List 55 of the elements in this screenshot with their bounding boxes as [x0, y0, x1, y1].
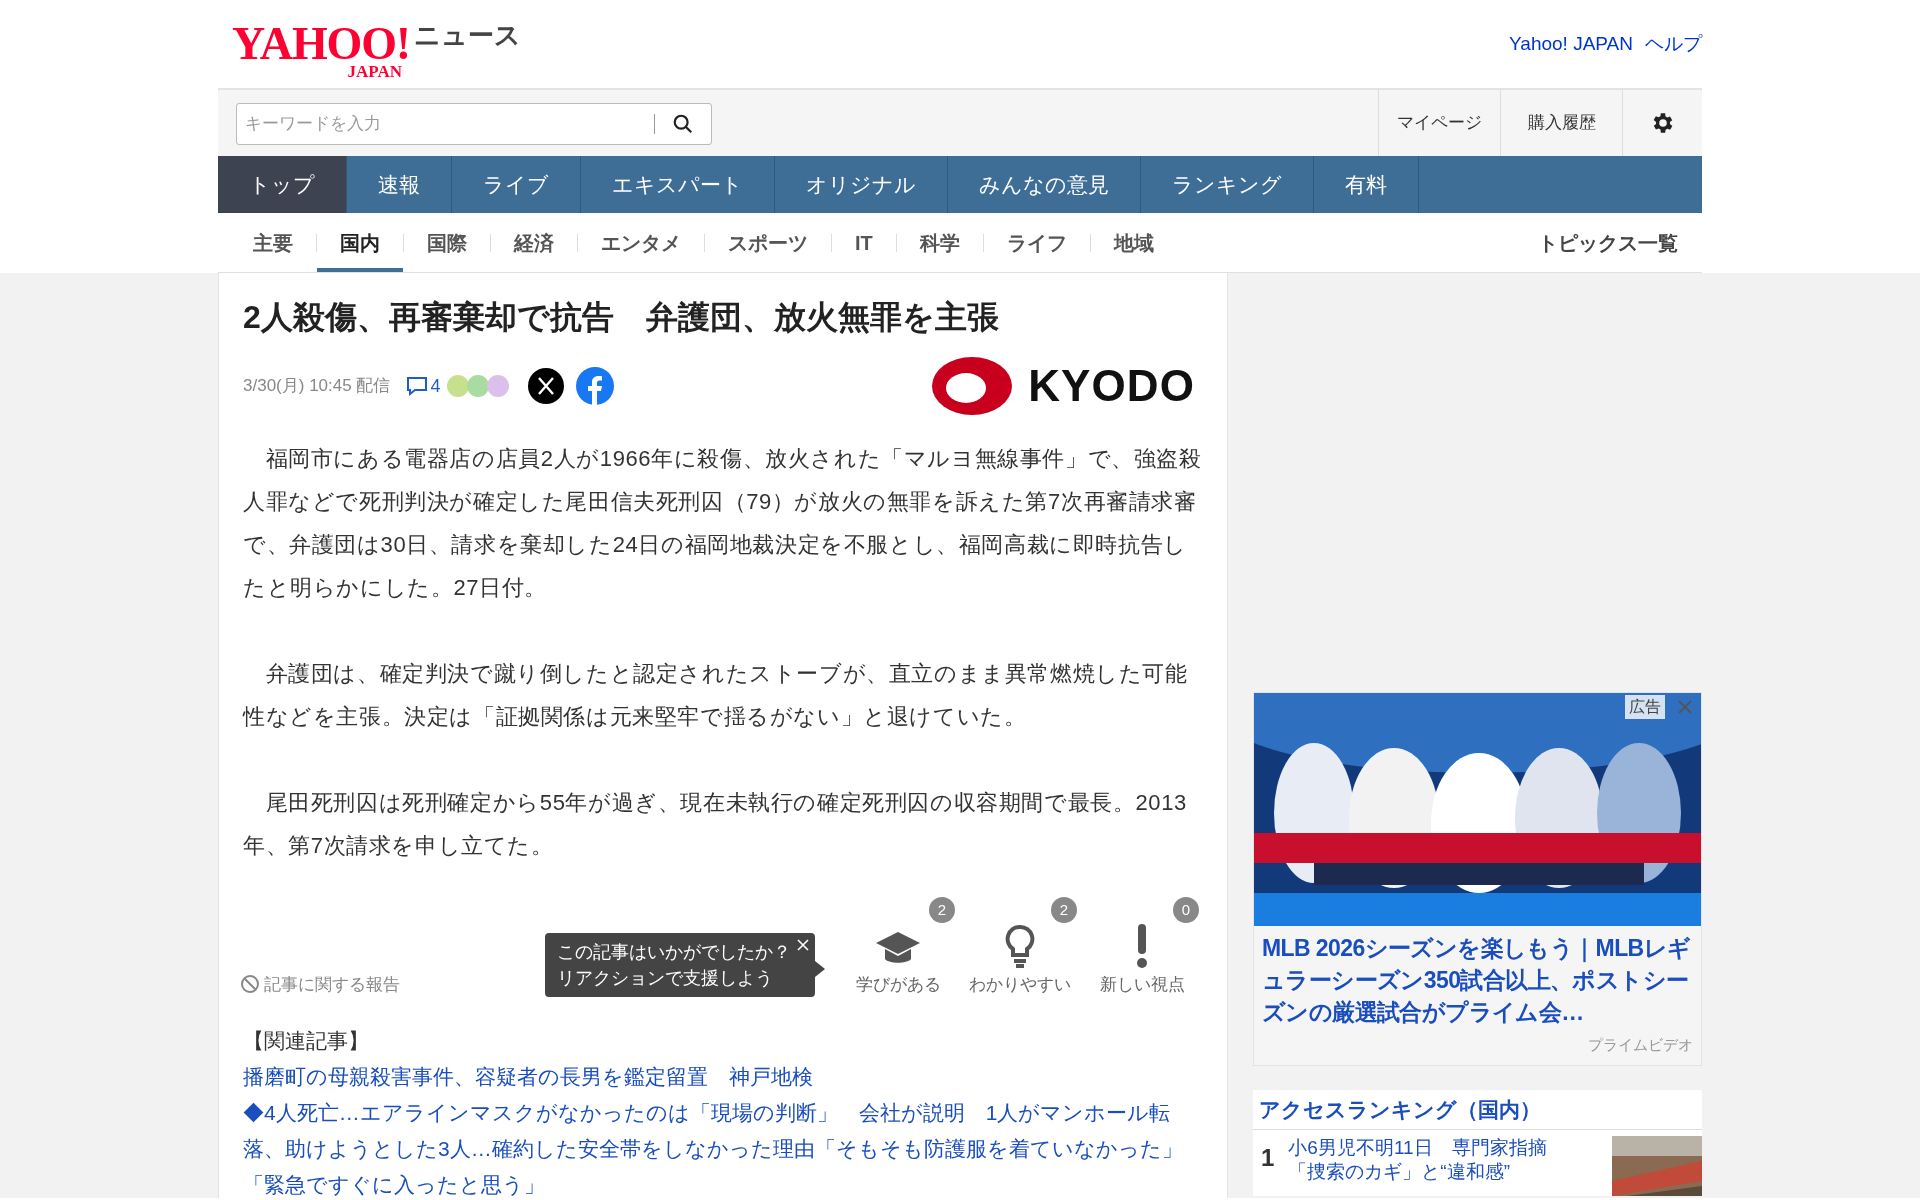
category-tab[interactable]: エンタメ — [578, 213, 704, 272]
nav-tab[interactable]: エキスパート — [581, 156, 775, 213]
nav-tab[interactable]: トップ — [218, 156, 347, 213]
nav-tab[interactable]: ライブ — [452, 156, 581, 213]
related-article-link[interactable]: ◆4人死亡…エアラインマスクがなかったのは「現場の判断」 会社が説明 1人がマンホール転落、助けようとした3人…確約した安全帯をしなかった理由「そもそも防護服を着ていなかった」「緊急ですぐに入ったと思う」 — [243, 1095, 1203, 1198]
service-name[interactable]: ニュース — [414, 16, 521, 55]
nav-tab[interactable]: 速報 — [347, 156, 452, 213]
publish-date: 3/30(月) 10:45 配信 — [243, 375, 391, 398]
facebook-share-icon[interactable] — [576, 367, 615, 405]
related-heading: 【関連記事】 — [243, 1028, 370, 1054]
ad-label: 広告 — [1625, 695, 1665, 719]
ad-card[interactable]: 広告 MLB 2026シーズンを楽しもう｜MLBレギュラーシーズン350試合以上、ポストシーズンの厳選試合がプライム会… プライムビデオ — [1253, 692, 1702, 1066]
search-field[interactable]: キーワードを入力 — [237, 104, 654, 144]
article-paragraph: 福岡市にある電器店の店員2人が1966年に殺傷、放火された「マルヨ無線事件」で、強盗殺人罪などで死刑判決が確定した尾田信夫死刑囚（79）が放火の無罪を訴えた第7次再審請求審で、弁護団は30日、請求を棄却した24日の福岡地裁決定を不服とし、福岡高裁に即時抗告したと明らかにした。27日付。 — [243, 445, 1203, 602]
reaction-faces-icon — [446, 374, 511, 398]
category-tab[interactable]: 科学 — [896, 213, 983, 272]
source-logo[interactable]: KYODO — [1028, 353, 1195, 419]
exclamation-icon — [1137, 923, 1147, 968]
search-icon[interactable] — [672, 113, 694, 135]
nav-tab[interactable]: ランキング — [1141, 156, 1314, 213]
article-paragraph: 弁護団は、確定判決で蹴り倒したと認定されたストーブが、直立のまま異常燃焼した可能性などを主張。決定は「証拠関係は元来堅牢で揺るがない」と退けていた。 — [243, 660, 1189, 731]
nav-tab[interactable]: みんなの意見 — [948, 156, 1141, 213]
nav-tab[interactable]: オリジナル — [775, 156, 948, 213]
kyodo-logo-icon — [930, 355, 1015, 417]
category-tab[interactable]: 経済 — [491, 213, 577, 272]
category-tab[interactable]: スポーツ — [705, 213, 831, 272]
header-link[interactable]: ヘルプ — [1645, 30, 1702, 59]
tooltip-text: リアクションで支援しよう — [557, 967, 774, 990]
ranking-title: アクセスランキング（国内） — [1253, 1089, 1702, 1130]
article-title: 2人殺傷、再審棄却で抗告 弁護団、放火無罪を主張 — [243, 298, 1000, 337]
category-tab[interactable]: ライフ — [983, 213, 1090, 272]
x-share-icon[interactable] — [528, 368, 565, 404]
header-link[interactable]: Yahoo! JAPAN — [1509, 30, 1633, 59]
ad-title[interactable]: MLB 2026シーズンを楽しもう｜MLBレギュラーシーズン350試合以上、ポストシーズンの厳選試合がプライム会… — [1254, 926, 1701, 1028]
category-tab[interactable]: 主要 — [230, 213, 316, 272]
related-article-link[interactable]: 播磨町の母親殺害事件、容疑者の長男を鑑定留置 神戸地検 — [243, 1059, 1203, 1095]
prohibited-icon — [240, 974, 260, 995]
reaction-count: 0 — [1173, 897, 1199, 923]
report-link[interactable]: 記事に関する報告 — [240, 971, 400, 997]
comment-link[interactable]: 4 — [406, 372, 441, 400]
tooltip-text: この記事はいかがでしたか？ — [557, 941, 792, 964]
nav-tab[interactable]: 有料 — [1314, 156, 1419, 213]
logo-subtitle: JAPAN — [347, 63, 402, 81]
category-tab[interactable]: 国際 — [404, 213, 490, 272]
search-box[interactable]: キーワードを入力 — [236, 103, 712, 145]
topics-link[interactable]: トピックス一覧 — [1538, 227, 1678, 258]
reaction-count: 2 — [1051, 897, 1077, 923]
article-paragraph: 尾田死刑囚は死刑確定から55年が過ぎ、現在未執行の確定死刑囚の収容期間で最長。2013年、第7次請求を申し立てた。 — [243, 789, 1188, 860]
ad-sponsor: プライムビデオ — [1587, 1035, 1694, 1055]
rank-number: 1 — [1261, 1143, 1275, 1173]
category-tab[interactable]: IT — [832, 213, 896, 272]
reaction-count: 2 — [929, 897, 955, 923]
logo-brand[interactable]: YAHOO! — [232, 25, 410, 63]
lightbulb-icon — [1004, 923, 1036, 968]
category-tab[interactable]: 地域 — [1090, 213, 1177, 272]
